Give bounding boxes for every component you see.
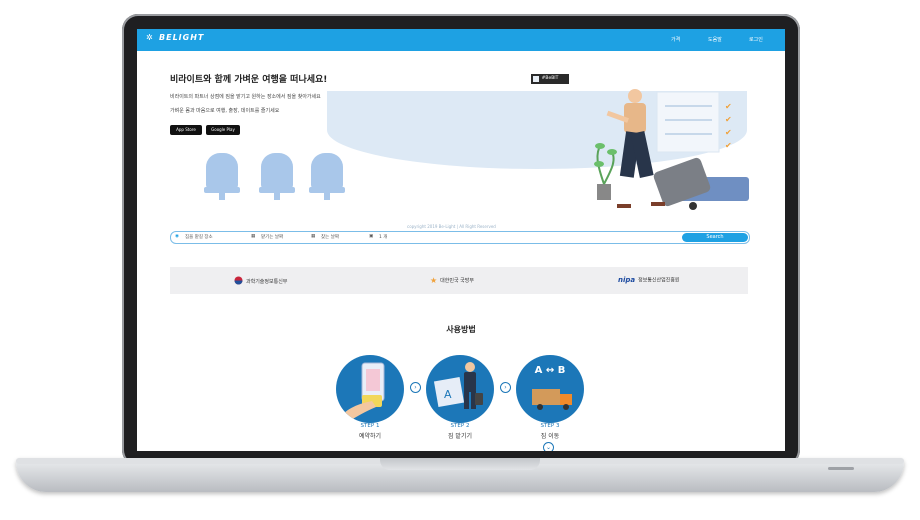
- star-icon: ★: [430, 276, 438, 285]
- luggage-count-stepper[interactable]: 1 개: [379, 234, 387, 240]
- step3-name: 짐 이동: [540, 433, 560, 440]
- step2-label: STEP 2: [450, 423, 470, 429]
- taegeuk-icon: [234, 276, 243, 287]
- chair-illustration: [309, 153, 345, 200]
- svg-text:✔: ✔: [725, 115, 732, 124]
- svg-text:A: A: [444, 388, 452, 401]
- location-icon: ◉: [175, 234, 179, 239]
- checkmark-icon: ✔ ✔ ✔ ✔: [725, 102, 732, 150]
- step1-illustration: [336, 355, 404, 423]
- search-bar: ◉ 짐을 맡길 장소 ▦ 맡기는 날짜 ▦ 찾는 날짜 ▣ 1 개 Search: [170, 231, 750, 244]
- logo-icon: ✲: [146, 33, 154, 42]
- chevron-down-icon[interactable]: ⌄: [543, 442, 554, 451]
- partner-nipa-label: 정보통신산업진흥원: [638, 277, 680, 284]
- partner-mnd: ★ 대한민국 국방부: [430, 276, 474, 285]
- brand-logo[interactable]: ✲ BELIGHT: [146, 33, 204, 42]
- google-play-button[interactable]: Google Play: [206, 125, 240, 135]
- next-arrow-icon: ›: [500, 382, 511, 393]
- hero-subtitle-1: 비라이트의 파트너 상점에 짐을 맡기고 원하는 장소에서 짐을 찾아가세요: [170, 94, 321, 100]
- hashtag-badge: #BeBIT: [531, 74, 569, 84]
- partner-msit-label: 과학기술정보통신부: [246, 279, 288, 285]
- nav-login[interactable]: 로그인: [749, 36, 763, 43]
- logo-text: BELIGHT: [159, 33, 205, 42]
- partner-mnd-label: 대한민국 국방부: [440, 278, 474, 284]
- partner-nipa: nipa 정보통신산업진흥원: [618, 276, 680, 284]
- calendar-icon: ▦: [251, 234, 256, 239]
- nipa-logo-icon: nipa: [618, 276, 636, 284]
- app-store-button[interactable]: App Store: [170, 125, 202, 135]
- nav-help[interactable]: 도움말: [708, 36, 722, 43]
- howto-title: 사용방법: [446, 325, 476, 334]
- svg-text:✔: ✔: [725, 141, 732, 150]
- step3-illustration: A ↔ B: [516, 355, 584, 423]
- nav-price[interactable]: 가격: [671, 36, 680, 43]
- laptop-indicator: [828, 467, 854, 470]
- step1-label: STEP 1: [360, 423, 380, 429]
- svg-text:✔: ✔: [725, 128, 732, 137]
- chair-illustration: [259, 153, 295, 200]
- step2-illustration: A: [426, 355, 494, 423]
- next-arrow-icon: ›: [410, 382, 421, 393]
- place-input[interactable]: 짐을 맡길 장소: [185, 234, 213, 240]
- step2-name: 짐 맡기기: [448, 433, 472, 440]
- chair-illustration: [204, 153, 240, 200]
- calendar-icon: ▦: [311, 234, 316, 239]
- partner-strip: 과학기술정보통신부 ★ 대한민국 국방부 nipa 정보통신산업진흥원: [170, 267, 748, 294]
- screen: ✲ BELIGHT 가격 도움말 로그인 비라이트와 함께 가벼운 여행을 떠나세…: [137, 29, 785, 451]
- traveler-illustration: ✔ ✔ ✔ ✔: [594, 89, 749, 210]
- hero-title: 비라이트와 함께 가벼운 여행을 떠나세요!: [170, 75, 328, 85]
- svg-text:✔: ✔: [725, 102, 732, 111]
- hero-subtitle-2: 가벼운 몸과 마음으로 여행, 출장, 데이트를 즐기세요: [170, 108, 280, 114]
- laptop-notch: [380, 458, 540, 470]
- copyright-text: copyright 2019 Be-Light | All Right Rese…: [407, 224, 496, 229]
- step1-name: 예약하기: [358, 433, 382, 440]
- top-navbar: ✲ BELIGHT 가격 도움말 로그인: [137, 29, 785, 51]
- step3-label: STEP 3: [540, 423, 560, 429]
- partner-msit: 과학기술정보통신부: [234, 276, 287, 287]
- dropoff-date-field[interactable]: 맡기는 날짜: [261, 234, 283, 240]
- luggage-icon: ▣: [369, 234, 374, 239]
- pickup-date-field[interactable]: 찾는 날짜: [321, 234, 339, 240]
- search-button[interactable]: Search: [682, 233, 748, 242]
